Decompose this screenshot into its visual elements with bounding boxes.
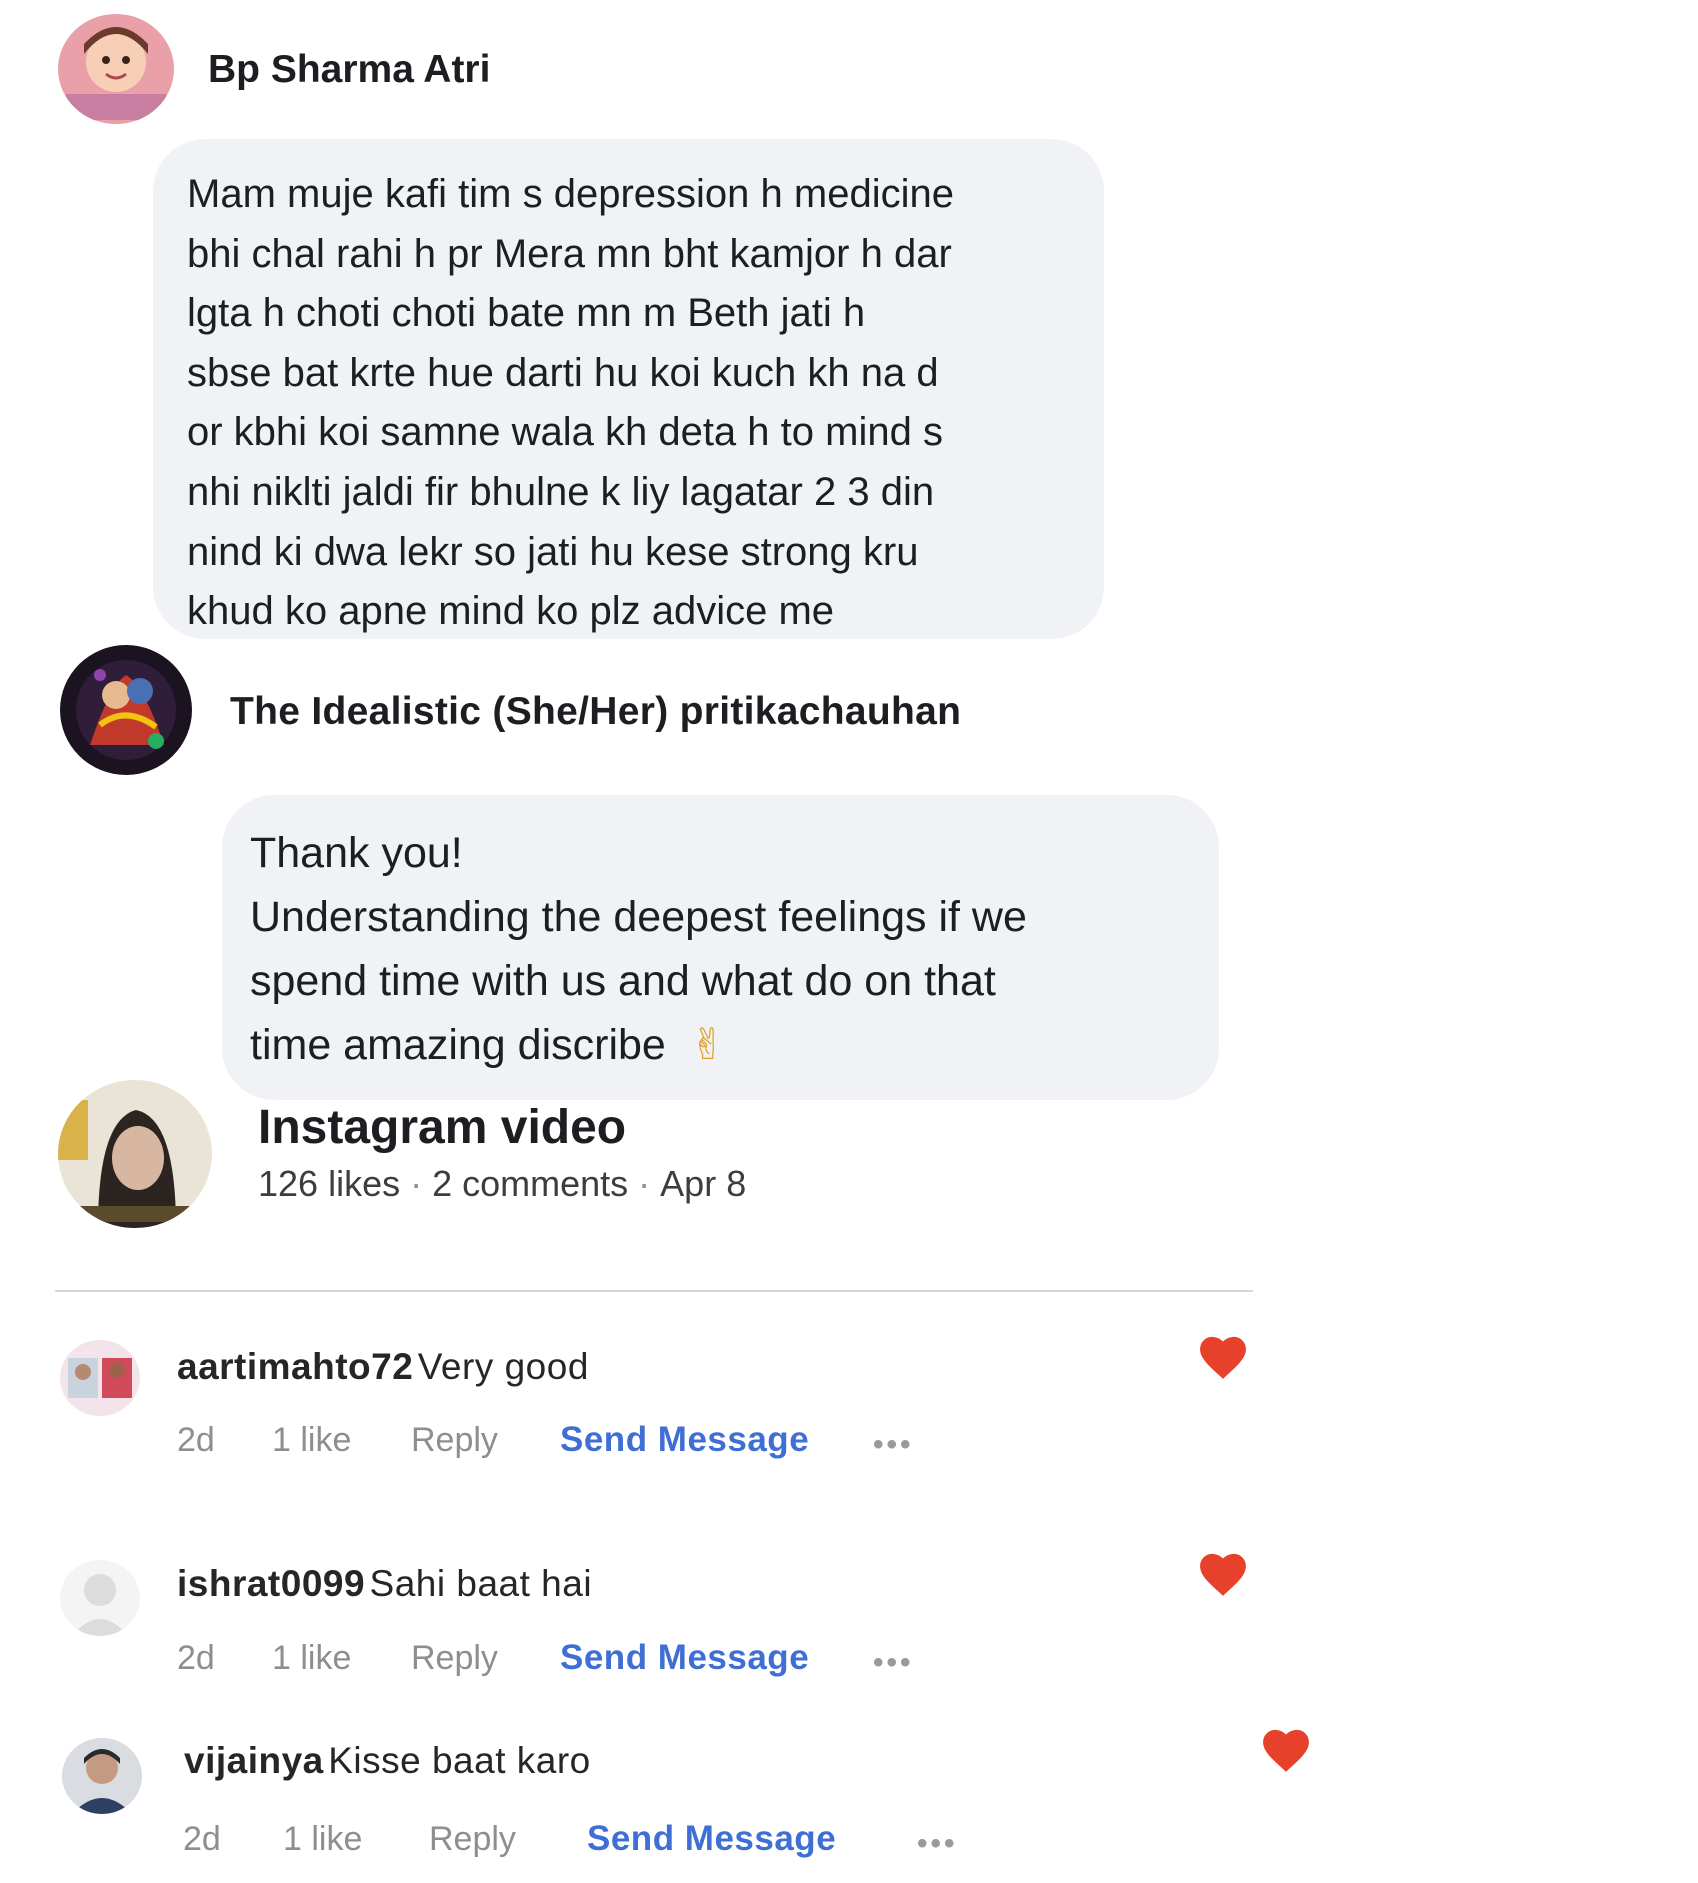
reply-button[interactable]: Reply	[429, 1820, 516, 1859]
comment-line: nhi niklti jaldi fir bhulne k liy lagata…	[187, 469, 935, 514]
reply-button[interactable]: Reply	[411, 1421, 498, 1460]
comment-text: Kisse baat karo	[328, 1740, 591, 1781]
send-message-button[interactable]: Send Message	[560, 1420, 809, 1460]
comment-bubble: Mam muje kafi tim s depression h medicin…	[153, 139, 1104, 639]
divider	[55, 1290, 1253, 1292]
comment-author[interactable]: Bp Sharma Atri	[208, 48, 490, 92]
comment-username[interactable]: aartimahto72	[177, 1346, 413, 1387]
comment-line: nind ki dwa lekr so jati hu kese strong …	[187, 529, 919, 574]
aartimahto72-avatar[interactable]	[60, 1340, 140, 1416]
comment-age: 2d	[177, 1421, 215, 1459]
send-message-button[interactable]: Send Message	[587, 1819, 836, 1859]
reply-bubble: Thank you! Understanding the deepest fee…	[222, 795, 1219, 1100]
comment-line: Mam muje kafi tim s depression h medicin…	[187, 172, 954, 216]
instagram-video-thumbnail[interactable]	[58, 1080, 212, 1228]
comment-line-ishrat0099: ishrat0099 Sahi baat hai	[177, 1563, 592, 1605]
default-avatar-icon[interactable]	[60, 1560, 140, 1636]
comment-username[interactable]: ishrat0099	[177, 1563, 365, 1604]
comment-line: sbse bat krte hue darti hu koi kuch kh n…	[187, 350, 939, 395]
comment-line-vijainya: vijainya Kisse baat karo	[184, 1740, 591, 1782]
heart-icon[interactable]	[1196, 1550, 1250, 1598]
post-title[interactable]: Instagram video	[258, 1100, 626, 1155]
more-icon[interactable]: •••	[873, 1428, 914, 1462]
post-stats: 126 likes · 2 comments · Apr 8	[258, 1163, 747, 1204]
reply-author[interactable]: The Idealistic (She/Her) pritikachauhan	[230, 690, 961, 734]
bp-sharma-atri-avatar[interactable]	[58, 14, 174, 124]
comment-username[interactable]: vijainya	[184, 1740, 324, 1781]
comment-line-aartimahto72: aartimahto72 Very good	[177, 1346, 589, 1388]
pritikachauhan-avatar[interactable]	[60, 645, 192, 775]
reply-line: time amazing discribe ✌	[250, 1021, 726, 1069]
reply-line: spend time with us and what do on that	[250, 957, 996, 1005]
send-message-button[interactable]: Send Message	[560, 1638, 809, 1678]
post-likes[interactable]: 126 likes	[258, 1163, 400, 1204]
vijainya-avatar[interactable]	[62, 1738, 142, 1814]
comment-line: lgta h choti choti bate mn m Beth jati h	[187, 291, 866, 336]
heart-icon[interactable]	[1259, 1726, 1313, 1774]
more-icon[interactable]: •••	[917, 1827, 958, 1861]
reply-button[interactable]: Reply	[411, 1639, 498, 1678]
comment-text: Very good	[417, 1346, 589, 1387]
comment-like-count[interactable]: 1 like	[272, 1421, 351, 1460]
victory-hand-emoji: ✌	[689, 1021, 726, 1069]
reply-line: Thank you!	[250, 829, 463, 877]
comment-age: 2d	[177, 1639, 215, 1677]
post-date: Apr 8	[660, 1163, 747, 1204]
comment-line: or kbhi koi samne wala kh deta h to mind…	[187, 410, 943, 455]
more-icon[interactable]: •••	[873, 1646, 914, 1680]
post-comments[interactable]: 2 comments	[432, 1163, 628, 1204]
comment-line: khud ko apne mind ko plz advice me	[187, 589, 835, 634]
comment-text: Sahi baat hai	[369, 1563, 593, 1604]
comment-age: 2d	[183, 1820, 221, 1858]
comment-like-count[interactable]: 1 like	[272, 1639, 351, 1678]
heart-icon[interactable]	[1196, 1333, 1250, 1381]
comment-line: bhi chal rahi h pr Mera mn bht kamjor h …	[187, 231, 952, 276]
reply-line: Understanding the deepest feelings if we	[250, 893, 1027, 941]
comment-like-count[interactable]: 1 like	[283, 1820, 362, 1859]
